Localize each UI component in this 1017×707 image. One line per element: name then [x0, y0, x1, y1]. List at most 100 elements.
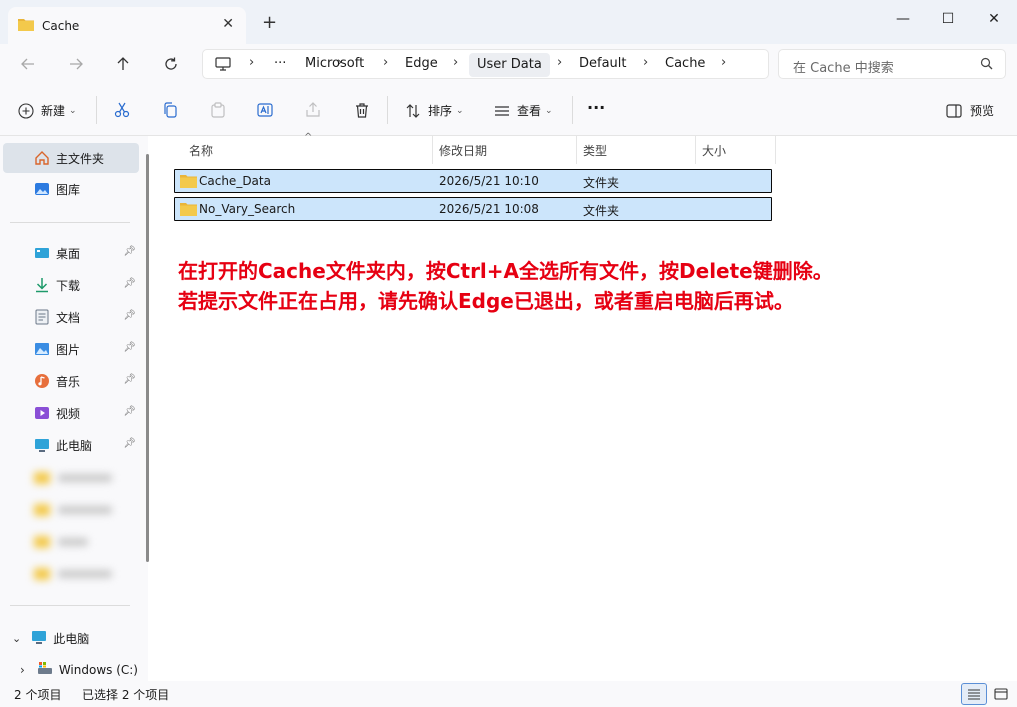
command-bar: 新建 ⌄ 排序 ⌄ 查看 ⌄ ··· 预览	[0, 84, 1017, 136]
file-date: 2026/5/21 10:08	[439, 202, 539, 216]
folder-icon	[180, 202, 197, 219]
tree-item-label: 此电脑	[53, 632, 90, 646]
pin-icon[interactable]: 📌︎	[123, 438, 136, 449]
arrow-up-icon	[117, 57, 129, 70]
sidebar-item-music[interactable]: 音乐 📌︎	[0, 366, 140, 396]
forward-button[interactable]	[62, 52, 90, 76]
sidebar-item-gallery[interactable]: 图库	[0, 174, 140, 204]
address-bar[interactable]: › ··· › Microsoft › Edge › User Data › D…	[202, 49, 769, 79]
tab-close-icon[interactable]: ✕	[222, 16, 234, 32]
drive-icon	[37, 661, 53, 678]
chevron-right-icon: ›	[643, 55, 649, 70]
computer-icon	[215, 57, 231, 74]
plus-circle-icon	[18, 102, 34, 119]
home-icon	[34, 150, 50, 169]
blurred-folder-item	[28, 465, 128, 491]
new-button[interactable]: 新建 ⌄	[18, 102, 77, 119]
breadcrumb-more[interactable]: ···	[274, 56, 286, 71]
breadcrumb-cache[interactable]: Cache	[665, 56, 705, 71]
pin-icon[interactable]: 📌︎	[123, 310, 136, 321]
view-label: 查看	[517, 104, 542, 118]
sort-button[interactable]: 排序 ⌄	[405, 102, 464, 119]
preview-pane-icon	[946, 103, 962, 118]
sidebar-item-this-pc[interactable]: 此电脑 📌︎	[0, 430, 140, 460]
column-header-size[interactable]: 大小	[696, 136, 776, 164]
sort-icon	[406, 103, 420, 118]
paste-button[interactable]	[210, 102, 226, 118]
more-options-button[interactable]: ···	[587, 98, 605, 117]
column-header-name[interactable]: 名称	[183, 136, 433, 164]
sidebar-item-downloads[interactable]: 下载 📌︎	[0, 270, 140, 300]
gallery-icon	[34, 181, 50, 200]
tiles-view-icon	[994, 688, 1008, 700]
column-header-type[interactable]: 类型	[577, 136, 696, 164]
sidebar-item-pictures[interactable]: 图片 📌︎	[0, 334, 140, 364]
instruction-line-1: 在打开的Cache文件夹内，按Ctrl+A全选所有文件，按Delete键删除。	[178, 259, 833, 283]
chevron-right-icon[interactable]: ›	[20, 663, 25, 677]
sidebar-item-label: 文档	[56, 310, 81, 325]
sidebar-item-videos[interactable]: 视频 📌︎	[0, 398, 140, 428]
view-button[interactable]: 查看 ⌄	[494, 102, 553, 119]
close-window-button[interactable]: ✕	[971, 4, 1017, 34]
breadcrumb-microsoft[interactable]: Microsoft	[305, 56, 364, 71]
rename-button[interactable]	[257, 102, 273, 118]
status-bar: 2 个项目 已选择 2 个项目	[0, 681, 1017, 707]
arrow-right-icon	[70, 58, 83, 70]
back-button[interactable]	[14, 52, 42, 76]
instruction-line-2: 若提示文件正在占用，请先确认Edge已退出，或者重启电脑后再试。	[178, 289, 794, 313]
folder-icon	[18, 17, 34, 34]
cut-button[interactable]	[114, 102, 130, 118]
chevron-down-icon: ⌄	[545, 105, 553, 116]
desktop-icon	[34, 245, 50, 264]
computer-icon	[34, 437, 50, 456]
sidebar-scrollbar[interactable]	[146, 154, 149, 562]
breadcrumb-user-data[interactable]: User Data	[469, 53, 550, 77]
refresh-button[interactable]	[157, 52, 185, 76]
sidebar-item-label: 下载	[56, 278, 81, 293]
copy-button[interactable]	[162, 102, 178, 118]
minimize-button[interactable]: —	[880, 4, 926, 34]
chevron-right-icon: ›	[383, 55, 389, 70]
breadcrumb-default[interactable]: Default	[579, 56, 627, 71]
share-button[interactable]	[305, 102, 321, 118]
up-button[interactable]	[109, 52, 137, 76]
tiles-view-button[interactable]	[988, 683, 1014, 705]
toolbar-divider	[387, 96, 388, 124]
tree-item-this-pc[interactable]: ⌄ 此电脑	[12, 629, 89, 648]
scissors-icon	[114, 102, 130, 118]
table-row[interactable]: No_Vary_Search 2026/5/21 10:08 文件夹	[174, 197, 772, 221]
tab-title: Cache	[42, 18, 80, 33]
download-icon	[34, 277, 50, 296]
column-header-date[interactable]: 修改日期	[433, 136, 577, 164]
sidebar-item-documents[interactable]: 文档 📌︎	[0, 302, 140, 332]
new-tab-button[interactable]: +	[262, 12, 277, 33]
folder-icon	[180, 174, 197, 191]
search-box[interactable]: 在 Cache 中搜索	[778, 49, 1006, 79]
view-list-icon	[495, 105, 509, 116]
sidebar-item-label: 音乐	[56, 374, 81, 389]
pin-icon[interactable]: 📌︎	[123, 374, 136, 385]
tree-item-windows-c[interactable]: › Windows (C:)	[20, 661, 138, 678]
search-icon	[980, 57, 993, 73]
toolbar-divider	[572, 96, 573, 124]
search-input[interactable]: 在 Cache 中搜索	[793, 57, 894, 76]
pin-icon[interactable]: 📌︎	[123, 278, 136, 289]
chevron-down-icon[interactable]: ⌄	[12, 632, 21, 645]
details-view-button[interactable]	[961, 683, 987, 705]
sidebar-item-home[interactable]: 主文件夹	[3, 143, 139, 173]
maximize-button[interactable]: ☐	[925, 4, 971, 34]
pin-icon[interactable]: 📌︎	[123, 342, 136, 353]
breadcrumb-edge[interactable]: Edge	[405, 56, 438, 71]
sidebar-item-desktop[interactable]: 桌面 📌︎	[0, 238, 140, 268]
delete-button[interactable]	[354, 102, 370, 118]
pictures-icon	[34, 341, 50, 360]
share-icon	[306, 102, 320, 117]
pin-icon[interactable]: 📌︎	[123, 406, 136, 417]
sidebar-divider	[10, 222, 130, 223]
table-row[interactable]: Cache_Data 2026/5/21 10:10 文件夹	[174, 169, 772, 193]
sidebar-item-label: 图片	[56, 342, 81, 357]
video-icon	[34, 405, 50, 424]
tab-cache[interactable]: Cache ✕	[8, 7, 246, 44]
pin-icon[interactable]: 📌︎	[123, 246, 136, 257]
preview-button[interactable]: 预览	[946, 102, 994, 119]
